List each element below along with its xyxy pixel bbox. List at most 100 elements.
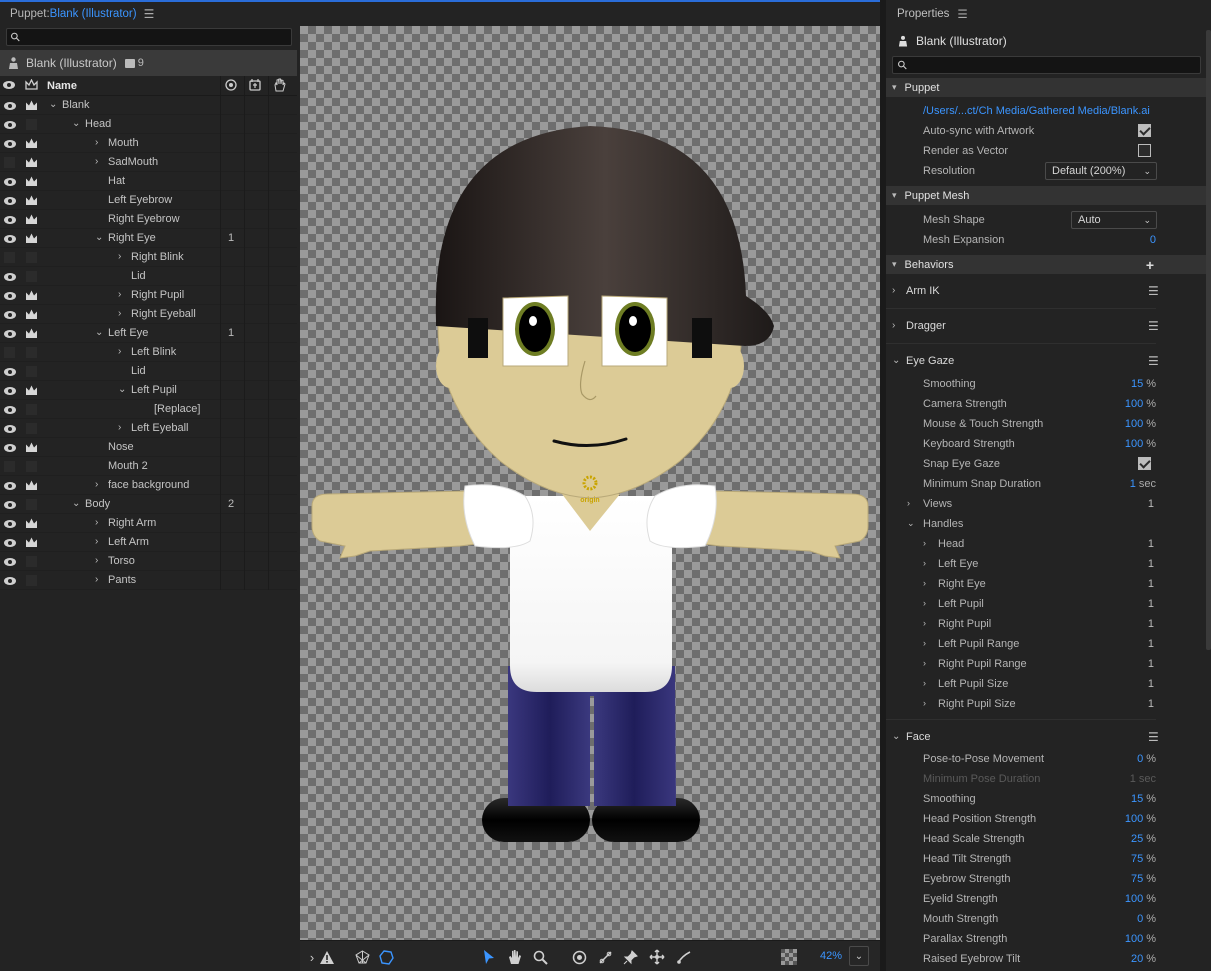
visibility-toggle[interactable] [0,457,19,476]
properties-menu-icon[interactable]: ☰ [957,7,967,21]
independent-toggle[interactable] [21,419,41,438]
param-value[interactable]: 20% [1131,953,1156,965]
layer-row[interactable]: › Right Blink [0,248,297,267]
param-value[interactable]: 25% [1131,833,1156,845]
behaviors-section-header[interactable]: ▾ Behaviors + [886,255,1206,274]
chevron-right-icon[interactable]: › [95,156,98,167]
independent-toggle[interactable] [21,400,41,419]
independent-toggle[interactable] [21,229,41,248]
layer-row[interactable]: Lid [0,267,297,286]
visibility-toggle[interactable] [0,286,19,305]
handle-row[interactable]: › Head 1 [886,534,1206,554]
chevron-down-icon[interactable]: ⌄ [118,384,126,395]
independent-toggle[interactable] [21,115,41,134]
chevron-down-icon[interactable]: ⌄ [95,232,103,243]
param-value[interactable]: 100% [1125,438,1156,450]
independent-toggle[interactable] [21,324,41,343]
handle-row[interactable]: › Right Pupil 1 [886,614,1206,634]
chevron-right-icon[interactable]: › [95,137,98,148]
behavior-menu-icon[interactable]: ☰ [1148,284,1159,298]
chevron-right-icon[interactable]: › [95,479,98,490]
chevron-right-icon[interactable]: › [95,555,98,566]
visibility-toggle[interactable] [0,115,19,134]
independent-toggle[interactable] [21,267,41,286]
transparency-grid-icon[interactable] [781,949,797,965]
independent-toggle[interactable] [21,495,41,514]
handle-row[interactable]: › Left Pupil Range 1 [886,634,1206,654]
handle-row[interactable]: › Right Eye 1 [886,574,1206,594]
visibility-toggle[interactable] [0,571,19,590]
layer-row[interactable]: › Left Arm [0,533,297,552]
layer-row[interactable]: ⌄ Left Eye 1 [0,324,297,343]
chevron-right-icon[interactable]: › [95,536,98,547]
visibility-toggle[interactable] [0,153,19,172]
chevron-right-icon[interactable]: › [118,422,121,433]
visibility-toggle[interactable] [0,533,19,552]
views-row[interactable]: › Views 1 [886,494,1206,514]
independent-toggle[interactable] [21,343,41,362]
dragger-tool-icon[interactable] [649,949,665,965]
independent-toggle[interactable] [21,210,41,229]
selection-tool-icon[interactable] [481,949,497,965]
behavior-eye-gaze[interactable]: ⌄ Eye Gaze ☰ [886,345,1159,373]
independent-toggle[interactable] [21,96,41,115]
layer-row[interactable]: Mouth 2 [0,457,297,476]
independent-toggle[interactable] [21,476,41,495]
properties-search-input[interactable]: ⚲ [892,56,1201,74]
mesh-shape-dropdown[interactable]: Auto ⌄ [1071,211,1157,229]
mesh-expansion-value[interactable]: 0 [1150,234,1156,246]
behavior-menu-icon[interactable]: ☰ [1148,319,1159,333]
visibility-toggle[interactable] [0,248,19,267]
chevron-right-icon[interactable]: › [95,517,98,528]
independent-toggle[interactable] [21,248,41,267]
visibility-column-icon[interactable] [3,80,15,92]
independent-toggle[interactable] [21,552,41,571]
panel-menu-icon[interactable]: ☰ [144,7,155,21]
handle-row[interactable]: › Left Pupil Size 1 [886,674,1206,694]
zoom-dropdown-chevron-icon[interactable]: ⌄ [849,946,869,966]
layer-row[interactable]: › Mouth [0,134,297,153]
layer-row[interactable]: ⌄ Right Eye 1 [0,229,297,248]
independent-toggle[interactable] [21,362,41,381]
hexagon-mesh-icon[interactable] [378,949,394,965]
visibility-toggle[interactable] [0,305,19,324]
visibility-toggle[interactable] [0,495,19,514]
expand-toolbar-icon[interactable]: › [304,949,320,965]
visibility-toggle[interactable] [0,362,19,381]
independent-toggle[interactable] [21,571,41,590]
visibility-toggle[interactable] [0,324,19,343]
visibility-toggle[interactable] [0,96,19,115]
puppet-root-bar[interactable]: Blank (Illustrator) 9 [0,50,297,76]
param-value[interactable]: 15% [1131,793,1156,805]
render-vector-checkbox[interactable] [1138,144,1151,157]
layer-row[interactable]: Lid [0,362,297,381]
param-value[interactable]: 75% [1131,873,1156,885]
independent-toggle[interactable] [21,438,41,457]
name-column-header[interactable]: Name [47,80,77,92]
layer-row[interactable]: › Left Blink [0,343,297,362]
chevron-right-icon[interactable]: › [118,346,121,357]
layer-row[interactable]: ⌄ Left Pupil [0,381,297,400]
visibility-toggle[interactable] [0,419,19,438]
auto-sync-checkbox[interactable] [1138,124,1151,137]
visibility-toggle[interactable] [0,267,19,286]
stick-tool-icon[interactable] [597,949,613,965]
puppet-section-header[interactable]: ▾ Puppet [886,78,1206,97]
independent-toggle[interactable] [21,305,41,324]
independent-toggle[interactable] [21,286,41,305]
behavior-arm-ik[interactable]: › Arm IK ☰ [886,275,1159,309]
snap-eye-gaze-checkbox[interactable] [1138,457,1151,470]
layer-row[interactable]: › Pants [0,571,297,590]
independent-toggle[interactable] [21,172,41,191]
mesh-icon[interactable] [354,949,370,965]
layer-row[interactable]: › Left Eyeball [0,419,297,438]
visibility-toggle[interactable] [0,210,19,229]
stage-canvas[interactable]: origin [300,26,880,940]
independent-toggle[interactable] [21,514,41,533]
chevron-down-icon[interactable]: ⌄ [72,498,80,509]
visibility-toggle[interactable] [0,229,19,248]
handle-row[interactable]: › Right Pupil Range 1 [886,654,1206,674]
visibility-toggle[interactable] [0,172,19,191]
layer-row[interactable]: › SadMouth [0,153,297,172]
independent-toggle[interactable] [21,457,41,476]
